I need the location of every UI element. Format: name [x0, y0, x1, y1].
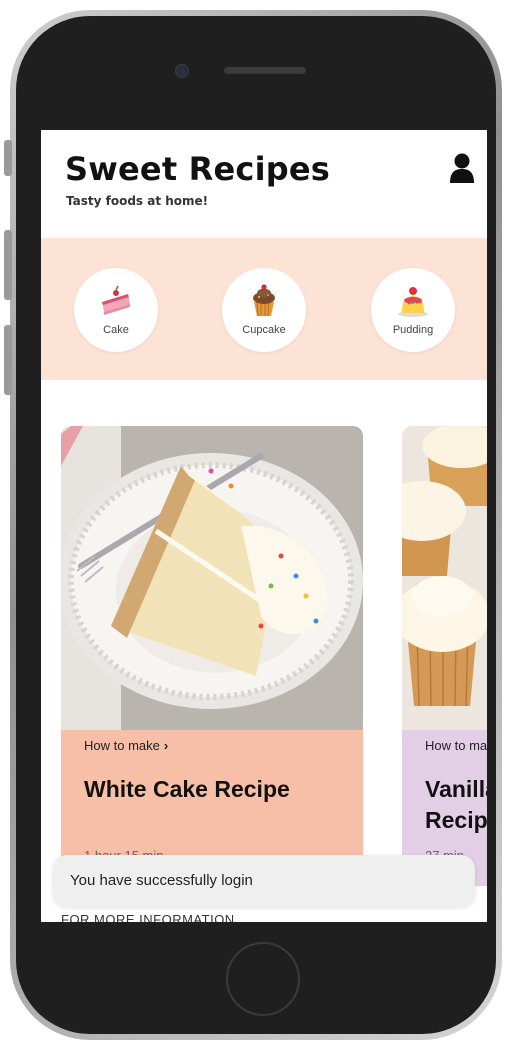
- volume-up-button: [4, 230, 12, 300]
- how-to-make-link[interactable]: How to make›: [84, 738, 168, 753]
- app-header: Sweet Recipes Tasty foods at home!: [41, 130, 487, 238]
- category-label: Cake: [103, 324, 129, 336]
- recipe-title: White Cake Recipe: [84, 776, 290, 802]
- mute-switch: [4, 140, 12, 176]
- toast-message: You have successfully login: [70, 872, 253, 889]
- how-to-make-link[interactable]: How to make›: [425, 738, 487, 753]
- cake-icon: [102, 285, 130, 315]
- app-screen: Sweet Recipes Tasty foods at home! Cake: [41, 130, 487, 922]
- category-cupcake[interactable]: Cupcake: [222, 268, 306, 352]
- front-camera: [175, 64, 189, 78]
- category-label: Pudding: [392, 324, 434, 336]
- recipe-title: Vanilla Cupcake Recipe: [425, 776, 487, 833]
- home-button[interactable]: [226, 942, 300, 1016]
- pudding-icon: [398, 287, 428, 317]
- earpiece-speaker: [224, 67, 306, 74]
- chevron-right-icon: ›: [163, 738, 169, 753]
- more-information-heading: FOR MORE INFORMATION: [61, 912, 235, 922]
- recipe-card-vanilla-cupcake[interactable]: How to make› Vanilla Cupcake Recipe 27 m…: [402, 426, 487, 886]
- category-pudding[interactable]: Pudding: [371, 268, 455, 352]
- app-subtitle: Tasty foods at home!: [66, 194, 209, 208]
- login-success-toast: You have successfully login: [53, 855, 475, 907]
- user-icon[interactable]: [449, 152, 475, 184]
- category-bar: Cake Cupcake Pudding: [41, 238, 487, 380]
- volume-down-button: [4, 325, 12, 395]
- app-title: Sweet Recipes: [65, 150, 330, 188]
- white-cake-photo: [61, 426, 363, 730]
- cupcake-icon: [253, 284, 275, 317]
- category-label: Cupcake: [242, 324, 286, 336]
- category-cake[interactable]: Cake: [74, 268, 158, 352]
- vanilla-cupcake-photo: [402, 426, 487, 730]
- recipe-card-white-cake[interactable]: How to make› White Cake Recipe 1 hour 15…: [61, 426, 363, 886]
